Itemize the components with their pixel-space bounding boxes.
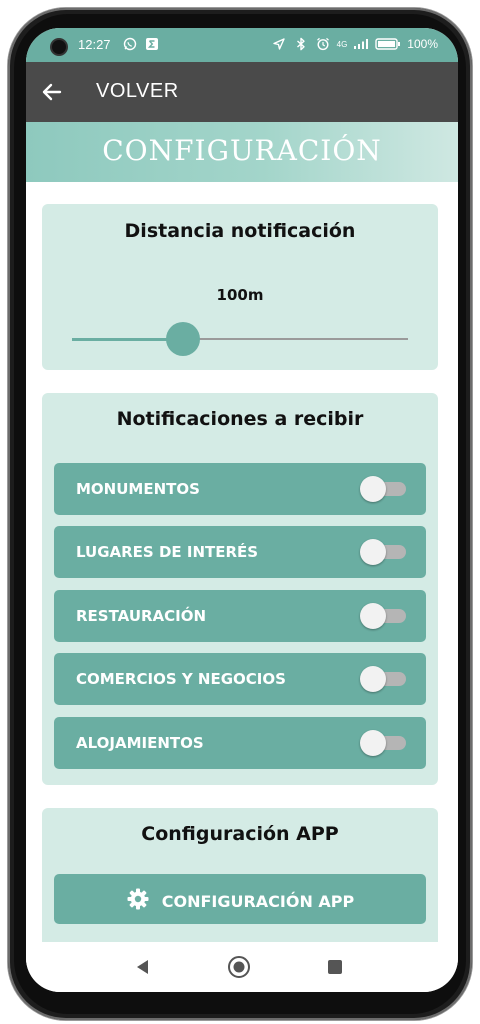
location-icon xyxy=(271,36,287,52)
nav-back-icon[interactable] xyxy=(130,954,156,980)
page-title: CONFIGURACIÓN xyxy=(102,134,382,167)
notification-label: ALOJAMIENTOS xyxy=(76,734,204,752)
battery-percent: 100% xyxy=(407,37,438,51)
toggle-lugares-de-interes[interactable] xyxy=(360,539,408,565)
notification-row-monumentos[interactable]: MONUMENTOS xyxy=(54,463,426,515)
notification-row-alojamientos[interactable]: ALOJAMIENTOS xyxy=(54,717,426,769)
status-left-icons xyxy=(122,36,160,52)
nav-home-icon[interactable] xyxy=(226,954,252,980)
sigma-app-icon xyxy=(144,36,160,52)
toggle-knob xyxy=(360,539,386,565)
notifications-title: Notificaciones a recibir xyxy=(116,408,364,430)
app-config-title: Configuración APP xyxy=(141,823,339,845)
app-config-card: Configuración APP CONFIGURACIÓN APP xyxy=(42,808,438,948)
app-config-button-label: CONFIGURACIÓN APP xyxy=(161,891,355,911)
distance-title: Distancia notificación xyxy=(124,220,356,242)
toggle-comercios-y-negocios[interactable] xyxy=(360,666,408,692)
front-camera xyxy=(52,40,66,54)
notification-label: LUGARES DE INTERÉS xyxy=(76,543,259,561)
whatsapp-icon xyxy=(122,36,138,52)
top-app-bar: VOLVER xyxy=(26,62,458,122)
toggle-knob xyxy=(360,666,386,692)
back-button-label[interactable]: VOLVER xyxy=(96,80,179,103)
status-bar: 12:27 4G 100% xyxy=(26,28,458,62)
phone-screen: 12:27 4G 100% VOLVER CONFIGURACIÓN Dista… xyxy=(26,28,458,992)
nav-recents-icon[interactable] xyxy=(322,954,348,980)
gear-icon xyxy=(126,887,150,915)
status-time: 12:27 xyxy=(78,37,111,52)
settings-content: Distancia notificación 100m Notificacion… xyxy=(26,182,458,948)
toggle-knob xyxy=(360,603,386,629)
notification-row-comercios-y-negocios[interactable]: COMERCIOS Y NEGOCIOS xyxy=(54,653,426,705)
toggle-restauracion[interactable] xyxy=(360,603,408,629)
distance-value: 100m xyxy=(216,286,264,304)
app-config-button[interactable]: CONFIGURACIÓN APP xyxy=(54,874,426,924)
page-title-banner: CONFIGURACIÓN xyxy=(26,122,458,182)
bluetooth-icon xyxy=(293,36,309,52)
distance-slider[interactable] xyxy=(72,322,408,356)
signal-icon xyxy=(353,36,369,52)
notification-label: COMERCIOS Y NEGOCIOS xyxy=(76,670,286,688)
toggle-knob xyxy=(360,476,386,502)
toggle-monumentos[interactable] xyxy=(360,476,408,502)
alarm-icon xyxy=(315,36,331,52)
distance-card: Distancia notificación 100m xyxy=(42,204,438,370)
notifications-card: Notificaciones a recibir MONUMENTOS LUGA… xyxy=(42,393,438,785)
toggle-alojamientos[interactable] xyxy=(360,730,408,756)
network-type-label: 4G xyxy=(336,39,348,49)
status-right-icons: 4G 100% xyxy=(271,36,438,52)
notification-label: RESTAURACIÓN xyxy=(76,607,207,625)
toggle-knob xyxy=(360,730,386,756)
battery-icon xyxy=(375,36,401,52)
system-navigation-bar xyxy=(26,942,458,992)
slider-thumb[interactable] xyxy=(165,322,200,356)
back-arrow-icon[interactable] xyxy=(38,78,66,106)
notification-row-lugares-de-interes[interactable]: LUGARES DE INTERÉS xyxy=(54,526,426,578)
slider-track xyxy=(182,338,408,340)
notification-row-restauracion[interactable]: RESTAURACIÓN xyxy=(54,590,426,642)
notification-label: MONUMENTOS xyxy=(76,480,200,498)
app-config-button-content: CONFIGURACIÓN APP xyxy=(54,887,426,915)
